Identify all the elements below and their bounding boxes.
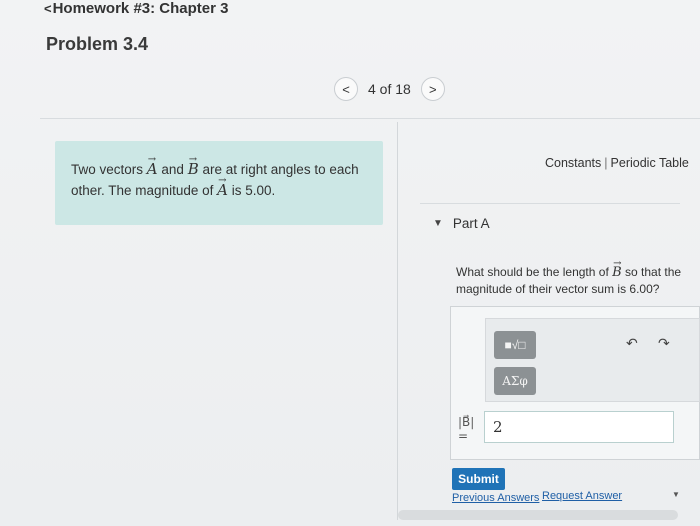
problem-count: 4 of 18 [368, 81, 411, 97]
next-problem-button[interactable]: > [420, 77, 445, 101]
statement-text: Two vectors [71, 162, 144, 177]
column-divider [397, 122, 398, 520]
scroll-down-icon[interactable]: ▼ [672, 490, 680, 499]
resource-links: Constants | Periodic Table [545, 156, 689, 170]
assignment-title[interactable]: Homework #3: Chapter 3 [53, 0, 229, 17]
breadcrumb[interactable]: <Homework #3: Chapter 3 [44, 0, 228, 17]
greek-symbols-icon: ΑΣφ [502, 374, 528, 388]
horizontal-scrollbar[interactable] [398, 510, 678, 520]
problem-pager: < 4 of 18 > [334, 77, 445, 101]
previous-answers-link[interactable]: Previous Answers [452, 492, 539, 504]
equals-sign: = [458, 429, 469, 443]
part-divider [420, 203, 680, 204]
part-a-toggle[interactable]: ▼ Part A [433, 216, 490, 231]
back-chevron-icon[interactable]: < [44, 1, 52, 16]
templates-icon: ■√□ [504, 338, 526, 352]
undo-icon[interactable]: ↶ [626, 335, 638, 352]
statement-text: and [161, 162, 184, 177]
redo-icon[interactable]: ↷ [658, 335, 670, 352]
answer-variable-label: |B⃗| = [458, 415, 480, 443]
vector-a-symbol: A [147, 160, 158, 178]
vector-b-symbol: B [188, 160, 199, 178]
request-answer-link[interactable]: Request Answer [542, 490, 622, 502]
constants-link[interactable]: Constants [545, 156, 601, 170]
templates-button[interactable]: ■√□ [494, 331, 536, 359]
prev-problem-button[interactable]: < [334, 77, 358, 101]
problem-title: Problem 3.4 [46, 34, 149, 54]
math-toolbar: ■√□ ΑΣφ ↶ ↷ [485, 318, 700, 402]
magnitude-b-label: |B⃗| [458, 415, 475, 429]
part-question: What should be the length of B so that t… [456, 264, 688, 298]
chevron-right-icon: > [429, 81, 437, 97]
page: <Homework #3: Chapter 3 Problem 3.4 < 4 … [0, 0, 700, 526]
submit-button[interactable]: Submit [452, 468, 505, 490]
answer-input[interactable]: 2 [484, 411, 674, 443]
header-divider [40, 118, 700, 119]
problem-statement: Two vectors A and B are at right angles … [55, 141, 383, 225]
statement-text: is 5.00. [231, 183, 276, 198]
chevron-left-icon: < [342, 81, 350, 97]
symbols-button[interactable]: ΑΣφ [494, 367, 536, 395]
vector-a-symbol: A [217, 181, 228, 199]
question-text: What should be the length of [456, 265, 609, 279]
periodic-table-link[interactable]: Periodic Table [611, 156, 689, 170]
vector-b-symbol: B [612, 265, 622, 280]
link-separator: | [604, 156, 608, 170]
part-label: Part A [452, 216, 490, 231]
caret-down-icon: ▼ [433, 218, 443, 229]
